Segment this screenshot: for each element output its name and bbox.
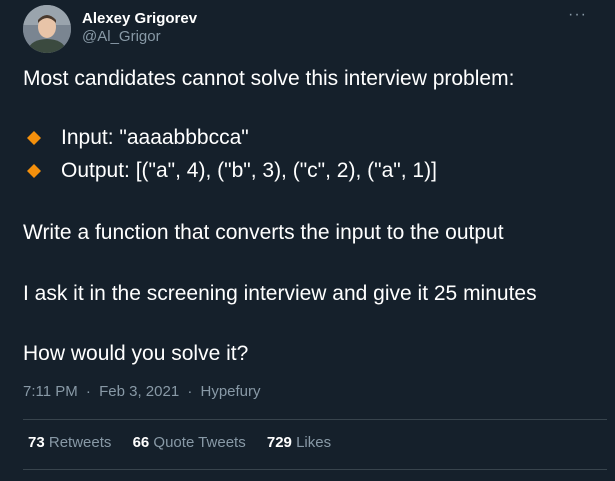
meta-separator: · bbox=[85, 383, 91, 400]
tweet-intro: Most candidates cannot solve this interv… bbox=[23, 67, 515, 90]
retweets-stat[interactable]: 73 Retweets bbox=[28, 434, 111, 451]
quotes-count: 66 bbox=[132, 434, 150, 451]
orange-diamond-icon bbox=[27, 164, 41, 178]
quote-tweets-stat[interactable]: 66 Quote Tweets bbox=[133, 434, 246, 451]
quotes-label: Quote Tweets bbox=[153, 434, 246, 451]
tweet-meta: 7:11 PM · Feb 3, 2021 · Hypefury bbox=[23, 383, 261, 400]
bullet-input: Input: "aaaabbbcca" bbox=[61, 126, 249, 149]
tweet-time[interactable]: 7:11 PM bbox=[23, 383, 78, 400]
author-handle[interactable]: @Al_Grigor bbox=[82, 28, 161, 45]
divider bbox=[23, 469, 607, 470]
likes-label: Likes bbox=[296, 434, 332, 451]
tweet-question: How would you solve it? bbox=[23, 342, 249, 365]
orange-diamond-icon bbox=[27, 131, 41, 145]
tweet-context: I ask it in the screening interview and … bbox=[23, 282, 537, 305]
tweet-stats: 73 Retweets 66 Quote Tweets 729 Likes bbox=[28, 434, 348, 451]
author-name[interactable]: Alexey Grigorev bbox=[82, 10, 197, 27]
meta-separator: · bbox=[187, 383, 193, 400]
retweets-label: Retweets bbox=[48, 434, 112, 451]
bullet-output: Output: [("a", 4), ("b", 3), ("c", 2), (… bbox=[61, 159, 437, 182]
tweet-task: Write a function that converts the input… bbox=[23, 221, 504, 244]
tweet-date[interactable]: Feb 3, 2021 bbox=[99, 383, 179, 400]
likes-count: 729 bbox=[266, 434, 292, 451]
tweet-source[interactable]: Hypefury bbox=[201, 383, 261, 400]
avatar[interactable] bbox=[23, 5, 71, 53]
likes-stat[interactable]: 729 Likes bbox=[267, 434, 331, 451]
more-dots-icon[interactable]: ··· bbox=[568, 7, 592, 28]
divider bbox=[23, 419, 607, 420]
retweets-count: 73 bbox=[28, 434, 45, 451]
